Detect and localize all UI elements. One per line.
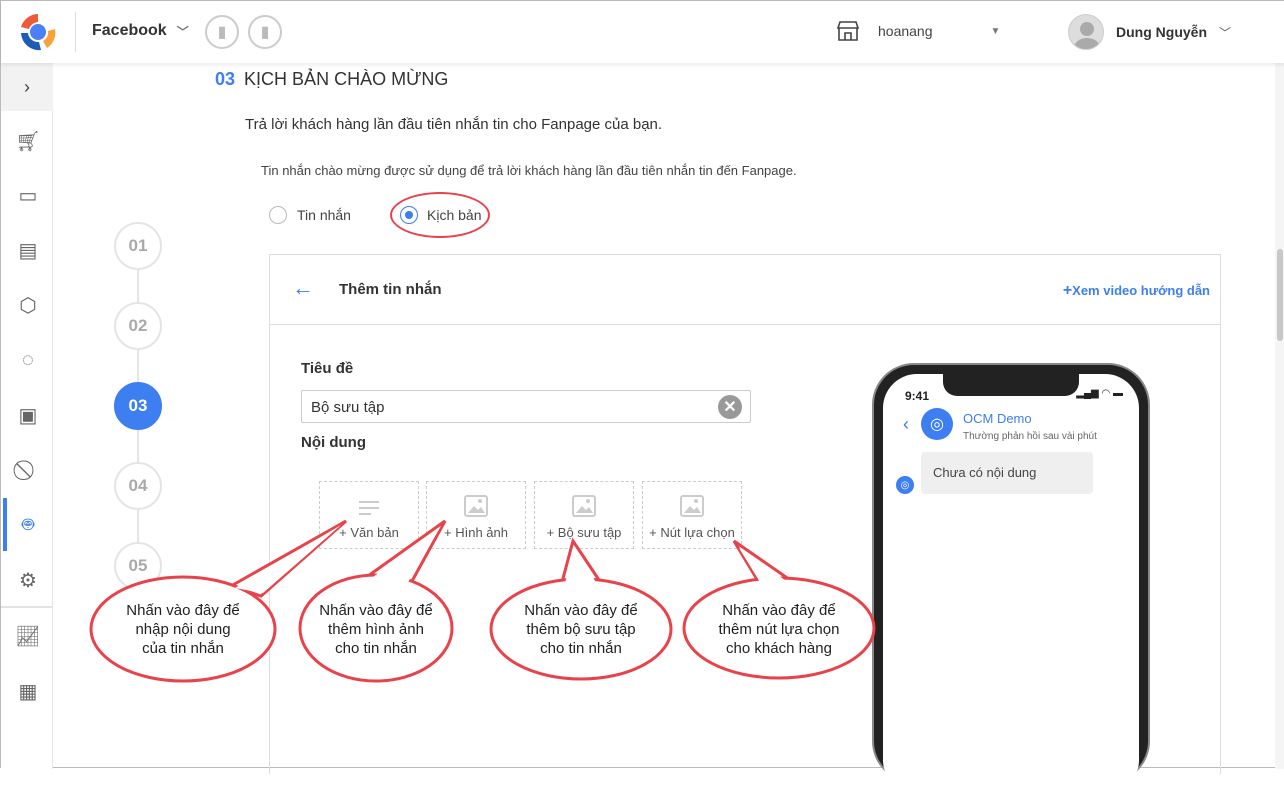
user-menu[interactable]: Dung Nguyễn ﹀ [1068, 14, 1231, 50]
top-bar: Facebook ﹀ ▮ ▮ hoanang ▼ Dung Nguyễn ﹀ [1, 1, 1284, 63]
callout-text: Nhấn vào đây để thêm hình ảnh cho tin nhắn [319, 602, 433, 657]
chevron-down-icon: ﹀ [1219, 25, 1232, 40]
channel-selector[interactable]: Facebook ﹀ [92, 22, 189, 40]
channel-label: Facebook [92, 22, 167, 39]
store-name: hoanang [878, 23, 933, 39]
app-logo[interactable] [17, 11, 59, 53]
avatar [1068, 14, 1104, 50]
store-icon [836, 21, 860, 41]
shop-bag-icon[interactable]: ▮ [205, 15, 239, 49]
divider [75, 12, 76, 52]
user-name: Dung Nguyễn [1116, 24, 1207, 40]
callout-text: Nhấn vào đây để thêm nút lựa chọn cho khác… [718, 602, 840, 657]
store-selector[interactable]: hoanang ▼ [836, 20, 1000, 42]
caret-down-icon: ▼ [990, 25, 1001, 37]
shop-bag-icon[interactable]: ▮ [248, 15, 282, 49]
chevron-down-icon: ﹀ [176, 24, 189, 39]
callout-text: Nhấn vào đây để thêm bộ sưu tập cho tin nh… [524, 602, 638, 657]
callout-text: Nhấn vào đây để nhập nội dung của tin nhắn [126, 602, 240, 657]
